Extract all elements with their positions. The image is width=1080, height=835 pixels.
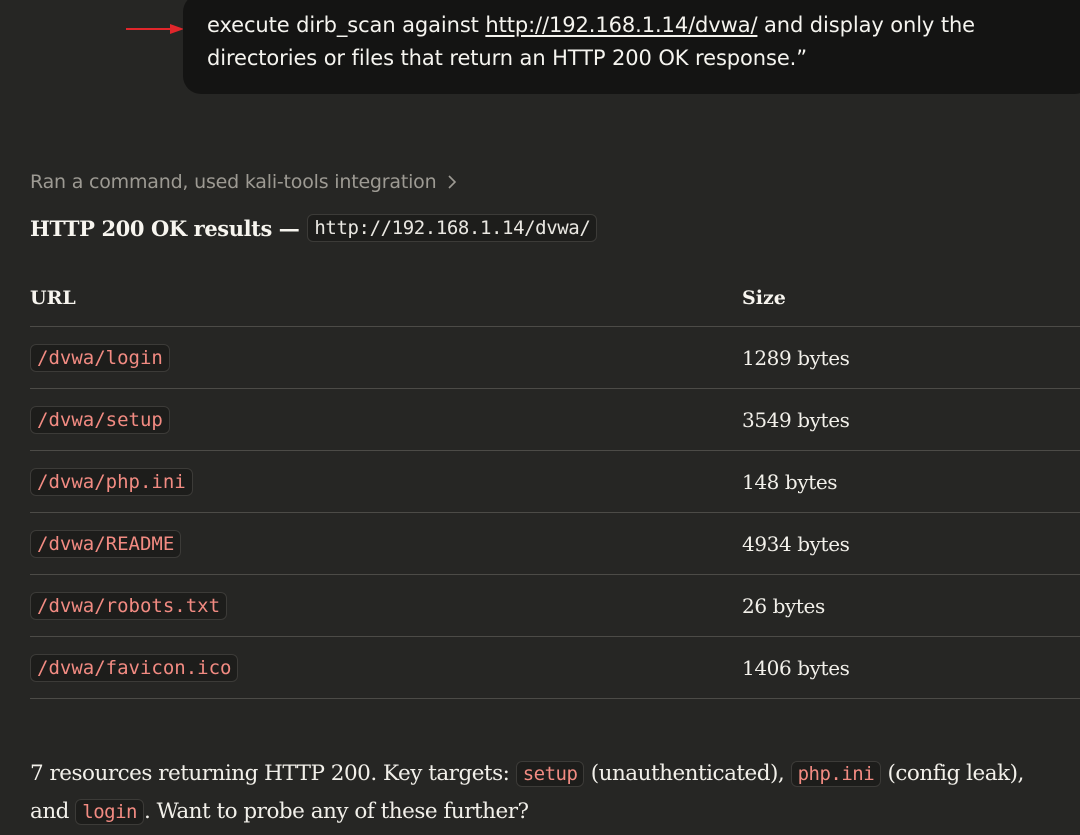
row-size: 148 bytes — [742, 469, 838, 494]
tool-use-label: Ran a command, used kali-tools integrati… — [30, 171, 437, 193]
table-row: /dvwa/setup 3549 bytes — [30, 389, 1080, 451]
column-header-url: URL — [30, 287, 76, 309]
summary-paragraph: 7 resources returning HTTP 200. Key targ… — [30, 755, 1050, 831]
results-table: URL Size /dvwa/login 1289 bytes /dvwa/se… — [30, 276, 1080, 699]
table-header: URL Size — [30, 276, 1080, 327]
column-header-size: Size — [742, 287, 786, 309]
results-heading-text: HTTP 200 OK results — — [30, 215, 300, 241]
summary-code-phpini: php.ini — [790, 761, 882, 787]
summary-text: (unauthenticated), — [584, 761, 791, 786]
table-row: /dvwa/login 1289 bytes — [30, 327, 1080, 389]
target-url-code: http://192.168.1.14/dvwa/ — [307, 214, 598, 242]
summary-text: 7 resources returning HTTP 200. Key targ… — [30, 761, 516, 786]
summary-code-login: login — [75, 799, 144, 825]
row-size: 26 bytes — [742, 593, 825, 618]
row-url: /dvwa/php.ini — [30, 467, 193, 496]
table-row: /dvwa/favicon.ico 1406 bytes — [30, 637, 1080, 699]
summary-code-setup: setup — [515, 761, 585, 787]
prompt-link[interactable]: http://192.168.1.14/dvwa/ — [485, 13, 757, 37]
row-size: 1289 bytes — [742, 345, 850, 370]
tool-use-summary[interactable]: Ran a command, used kali-tools integrati… — [30, 171, 458, 193]
row-url: /dvwa/login — [30, 343, 170, 372]
summary-text: . Want to probe any of these further? — [143, 799, 529, 824]
table-row: /dvwa/README 4934 bytes — [30, 513, 1080, 575]
results-heading: HTTP 200 OK results — http://192.168.1.1… — [30, 214, 598, 242]
row-url: /dvwa/README — [30, 529, 182, 558]
row-size: 1406 bytes — [742, 655, 850, 680]
user-message-text: execute dirb_scan against http://192.168… — [207, 9, 1069, 75]
row-url: /dvwa/robots.txt — [30, 591, 228, 620]
row-url: /dvwa/favicon.ico — [30, 653, 239, 682]
row-url: /dvwa/setup — [30, 405, 170, 434]
red-arrow-annotation-icon — [126, 24, 184, 34]
table-row: /dvwa/robots.txt 26 bytes — [30, 575, 1080, 637]
table-row: /dvwa/php.ini 148 bytes — [30, 451, 1080, 513]
row-size: 3549 bytes — [742, 407, 850, 432]
prompt-text-before: execute dirb_scan against — [207, 13, 486, 37]
chevron-right-icon — [448, 175, 457, 189]
user-message-bubble: execute dirb_scan against http://192.168… — [183, 0, 1080, 94]
row-size: 4934 bytes — [742, 531, 850, 556]
